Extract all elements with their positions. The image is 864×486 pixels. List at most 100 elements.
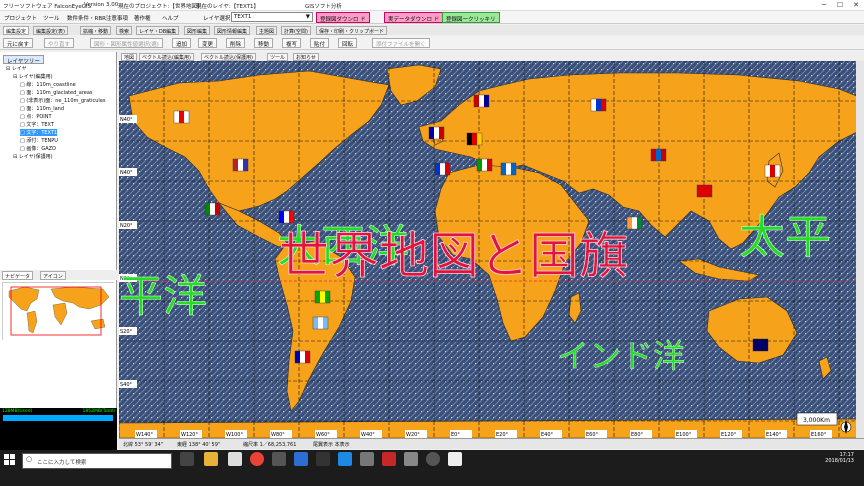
lat-label: S40° — [120, 382, 133, 388]
rotate-button[interactable]: 回転 — [338, 38, 358, 48]
status-mode: 尾翼表示 本表示 — [313, 442, 350, 448]
search-icon: ○ — [26, 455, 33, 463]
redo-button[interactable]: やり直す — [44, 38, 75, 48]
change-button[interactable]: 変更 — [198, 38, 218, 48]
layer-tree-item[interactable]: □ 文字：TEXT — [20, 121, 54, 128]
flag-japan-icon — [764, 164, 781, 178]
tab-layer-db[interactable]: レイヤ・DB編集 — [136, 26, 180, 35]
menu-conditions[interactable]: 数件条件・RBR注意事項 — [67, 14, 128, 22]
menu-bar: プロジェクト ツール 数件条件・RBR注意事項 著作権 ヘルプ レイヤ選択 TE… — [0, 11, 864, 24]
layer-tree: ⊟ レイヤ ⊟ レイヤ(編集用) □ 線：110m_coastline □ 面：110… — [2, 65, 115, 265]
lat-label: N40° — [120, 117, 133, 123]
download-button[interactable]: 登録図ダウンロ ド — [316, 12, 370, 23]
paste-button[interactable]: 貼付 — [310, 38, 330, 48]
tab-tools[interactable]: ツール — [267, 53, 289, 61]
menu-tools[interactable]: ツール — [43, 14, 60, 22]
current-layer: 現在のレイヤ:【TEXT1】 — [196, 4, 260, 10]
layer-tree-item[interactable]: □ 線：110m_coastline — [20, 81, 76, 88]
app-icon-5[interactable] — [382, 452, 396, 466]
tab-search[interactable]: 検索 — [116, 26, 133, 35]
layer-tree-item[interactable]: □ 面：110m_land — [20, 105, 64, 112]
layer-tree-item[interactable]: □ (非表示)面：ne_110m_graticules — [20, 97, 106, 104]
task-view-icon[interactable] — [180, 452, 194, 466]
menu-help[interactable]: ヘルプ — [162, 14, 179, 22]
windows-start-icon[interactable] — [4, 454, 16, 466]
open-attachment-button[interactable]: 添付ファイルを開く — [372, 38, 430, 48]
falconeye-taskbar-icon[interactable] — [448, 452, 462, 466]
layer-tree-item[interactable]: ⊟ レイヤ(編集用) — [13, 73, 53, 80]
layer-tree-item[interactable]: □ 面：110m_glaciated_areas — [20, 89, 93, 96]
app-icon-4[interactable] — [360, 452, 374, 466]
chevron-down-icon: ▼ — [305, 14, 310, 20]
add-button[interactable]: 追加 — [172, 38, 192, 48]
layer-tree-item[interactable]: □ 文字：TEXT1 — [20, 129, 58, 136]
layer-tree-item[interactable]: □ 添付：TENPU — [20, 137, 58, 144]
layer-tree-item[interactable]: ⊟ レイヤ — [6, 65, 27, 72]
tab-vector-edit[interactable]: ベクトル読込(編集用) — [139, 53, 194, 61]
file-explorer-icon[interactable] — [204, 452, 218, 466]
edge-icon[interactable] — [338, 452, 352, 466]
app-icon-2[interactable] — [294, 452, 308, 466]
tab-navigator[interactable]: ナビゲータ — [2, 271, 34, 280]
taskbar-search-input[interactable]: ここに入力して検索 — [22, 453, 172, 469]
minimize-icon[interactable]: ─ — [816, 0, 832, 11]
app-version: Version 3.00 — [84, 2, 119, 8]
tab-thematic[interactable]: 主題図 — [256, 26, 278, 35]
minimap-svg — [3, 283, 115, 341]
app-icon-1[interactable] — [272, 452, 286, 466]
layer-tree-item[interactable]: □ 画像：GAZO — [20, 145, 56, 152]
status-longitude: 東経 138° 40' 59" — [177, 442, 221, 448]
tab-zoom-move[interactable]: 拡縮・移動 — [80, 26, 112, 35]
layer-tree-item[interactable]: □ 点：POINT — [20, 113, 52, 120]
clear-button[interactable]: 登録図ークリッキリ — [442, 12, 500, 23]
app-icon-6[interactable] — [404, 452, 418, 466]
layer-select[interactable]: TEXT1 ▼ — [231, 12, 313, 22]
tab-notices[interactable]: お知らせ — [293, 53, 319, 61]
vertical-scrollbar[interactable] — [856, 61, 864, 438]
flag-norway-icon — [473, 94, 490, 108]
label-indian: インド洋 — [557, 337, 685, 375]
layer-tree-tab[interactable]: レイヤツリー — [3, 55, 44, 65]
tab-spatial-calc[interactable]: 計算(空間) — [281, 26, 311, 35]
tab-edit-settings-table[interactable]: 編集設定(表) — [33, 26, 68, 35]
tab-shape-edit[interactable]: 図形編集 — [184, 26, 211, 35]
flag-china-icon — [696, 184, 713, 198]
tab-save-print[interactable]: 保存・印刷・クリップボード — [316, 26, 388, 35]
status-latitude: 北緯 53° 59' 34" — [123, 442, 164, 448]
shapefile-download-button[interactable]: 実データダウンロ ド — [384, 12, 444, 23]
menu-project[interactable]: プロジェクト — [4, 14, 37, 22]
brand: GISソフト分析 — [305, 4, 342, 10]
map-canvas[interactable]: N40° N40° N20° N0° S20° S40° W140° W120° W100° W… — [119, 61, 864, 438]
app-icon-3[interactable] — [316, 452, 330, 466]
app-icon-7[interactable] — [426, 452, 440, 466]
flag-argentina-icon — [312, 316, 329, 330]
flag-brazil-icon — [314, 290, 331, 304]
layer-tree-item[interactable]: ⊟ レイヤ(保護用) — [13, 153, 53, 160]
move-button[interactable]: 移動 — [254, 38, 274, 48]
close-icon[interactable]: ✕ — [848, 0, 864, 11]
chrome-icon[interactable] — [250, 452, 264, 466]
window-controls: ─ ☐ ✕ — [816, 0, 864, 11]
lat-label: N20° — [120, 223, 133, 229]
flag-russia-icon — [590, 98, 607, 112]
maximize-icon[interactable]: ☐ — [832, 0, 848, 11]
store-icon[interactable] — [228, 452, 242, 466]
delete-button[interactable]: 削除 — [226, 38, 246, 48]
flag-uk-icon — [428, 126, 445, 140]
tab-edit-settings[interactable]: 編集設定 — [3, 26, 30, 35]
app-name: フリーソフトウェア FalconEyeGIS — [3, 4, 92, 10]
undo-button[interactable]: 元に戻す — [3, 38, 34, 48]
lat-label: N40° — [120, 170, 133, 176]
flag-mongolia-icon — [650, 148, 667, 162]
navigator-minimap[interactable] — [2, 282, 115, 341]
tab-shape-info[interactable]: 図形情報編集 — [214, 26, 251, 35]
copy-button[interactable]: 複写 — [282, 38, 302, 48]
tab-map[interactable]: 地図 — [121, 53, 138, 61]
info-select-button[interactable]: 図形・図形属性値選択(選) — [90, 38, 163, 48]
tab-icons[interactable]: アイコン — [40, 271, 66, 280]
taskbar-clock[interactable]: 17:17 2018/01/13 — [825, 452, 854, 464]
menu-copyright[interactable]: 著作権 — [134, 14, 151, 22]
flag-mexico-icon — [204, 202, 221, 216]
tab-vector-protect[interactable]: ベクトル読込(保護用) — [201, 53, 256, 61]
title-bar: フリーソフトウェア FalconEyeGIS Version 3.00 現在のプ… — [0, 0, 864, 11]
